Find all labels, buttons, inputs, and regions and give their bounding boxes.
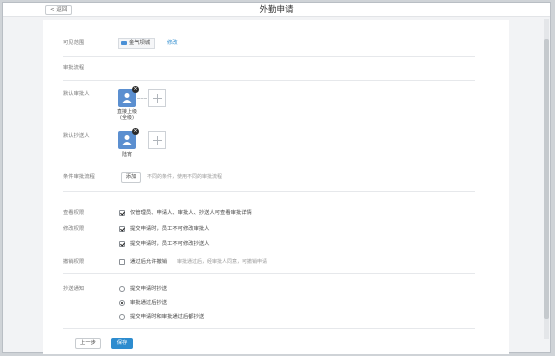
top-bar: < 返回 外勤申请 — [3, 3, 550, 17]
add-cc-button[interactable] — [148, 131, 166, 149]
modify-permission-label: 修改权限 — [63, 226, 85, 232]
default-approver-label: 默认审批人 — [63, 91, 90, 97]
cc-name: 陆宵 — [121, 152, 132, 158]
approval-flow-title: 审批流程 — [63, 65, 85, 71]
visible-range-value: 金气坝城 — [129, 40, 151, 46]
user-icon — [122, 135, 132, 145]
visible-range-tag[interactable]: 金气坝城 — [118, 38, 156, 49]
cc-on-submit-radio[interactable] — [119, 286, 125, 292]
view-permission-text: 仅管理员、申请人、审批人、抄送人可查看审批详情 — [130, 210, 252, 216]
scrollbar[interactable] — [544, 19, 549, 339]
divider — [63, 56, 475, 57]
cc-on-approve-text: 审批通过后抄送 — [130, 300, 168, 306]
add-approver-button[interactable] — [148, 89, 166, 107]
cc-on-approve-radio[interactable] — [119, 300, 125, 306]
divider — [63, 328, 475, 329]
app-window: < 返回 外勤申请 可见范围 金气坝城 修改 审批流程 默认审批人 × 直接上级… — [2, 2, 551, 354]
lock-approver-checkbox[interactable] — [119, 226, 125, 232]
remove-cc-icon[interactable]: × — [132, 128, 139, 135]
revoke-permission-label: 撤销权限 — [63, 259, 85, 265]
save-button[interactable]: 保存 — [111, 338, 133, 349]
cc-notify-label: 抄送通知 — [63, 286, 85, 292]
flow-connector — [137, 98, 147, 99]
lock-cc-checkbox[interactable] — [119, 241, 125, 247]
revoke-hint: 审批通过后，经审批人同意，可撤销申请 — [177, 259, 268, 265]
page-title: 外勤申请 — [259, 5, 294, 15]
scrollbar-thumb[interactable] — [544, 39, 549, 319]
divider — [63, 191, 475, 192]
conditional-flow-hint: 不同的条件，使用不同的审批流程 — [147, 174, 223, 180]
cc-avatar[interactable]: × — [118, 128, 139, 149]
allow-revoke-text: 通过后允许撤销 — [130, 259, 168, 265]
lock-cc-text: 提交申请时，员工不可修改抄送人 — [130, 241, 210, 247]
cc-on-submit-text: 提交申请时抄送 — [130, 286, 168, 292]
divider — [63, 273, 475, 274]
visible-range-label: 可见范围 — [63, 40, 85, 46]
cc-on-both-text: 提交申请时和审批通过后都抄送 — [130, 314, 205, 320]
form-panel: 可见范围 金气坝城 修改 审批流程 默认审批人 × 直接上级 (全级) 默认抄送… — [43, 20, 509, 354]
remove-approver-icon[interactable]: × — [132, 86, 139, 93]
view-permission-checkbox[interactable] — [119, 210, 125, 216]
cc-on-both-radio[interactable] — [119, 314, 125, 320]
user-icon — [122, 93, 132, 103]
approver-avatar[interactable]: × — [118, 86, 139, 107]
conditional-flow-label: 条件审批流程 — [63, 174, 95, 180]
prev-step-button[interactable]: 上一步 — [75, 338, 101, 349]
add-condition-button[interactable]: 添加 — [121, 172, 141, 183]
folder-icon — [121, 40, 127, 45]
edit-visible-range-link[interactable]: 修改 — [167, 40, 178, 47]
approver-sub: (全级) — [120, 115, 134, 121]
lock-approver-text: 提交申请时，员工不可修改审批人 — [130, 226, 210, 232]
view-permission-label: 查看权限 — [63, 210, 85, 216]
allow-revoke-checkbox[interactable] — [119, 259, 125, 265]
default-cc-label: 默认抄送人 — [63, 133, 90, 139]
divider — [63, 80, 475, 81]
